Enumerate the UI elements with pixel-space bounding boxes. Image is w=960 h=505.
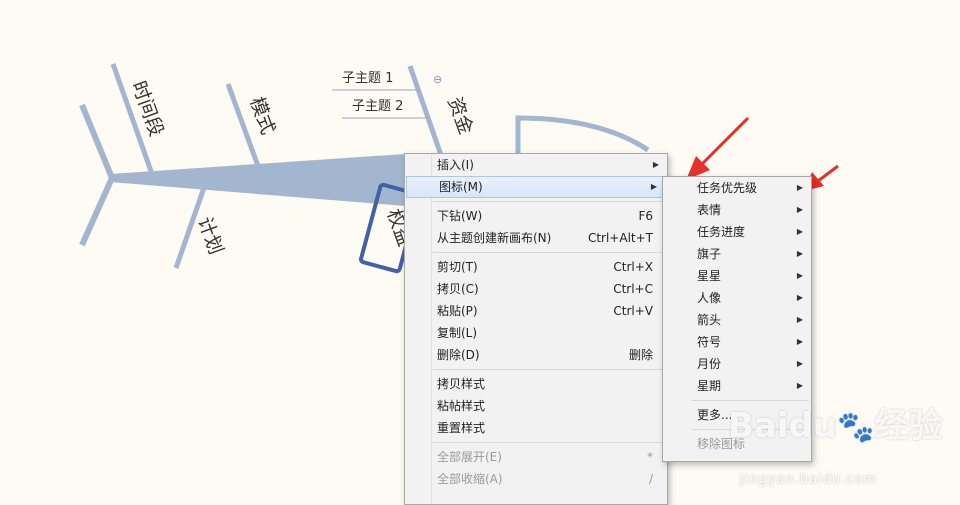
submenu-arrow-icon: ▶ xyxy=(796,249,803,258)
context-menu-item[interactable]: 粘帖样式 xyxy=(405,395,667,417)
watermark-sub-brand: 经验 xyxy=(874,406,943,446)
context-menu: 插入(I) ▶ 图标(M) ▶ 下钻(W) F6 从主题创建新画布(N) Ctrl+Alt+T… xyxy=(404,153,668,505)
menu-item-label: 复制(L) xyxy=(437,326,478,340)
submenu-arrow-icon: ▶ xyxy=(652,160,659,169)
menu-item-label: 重置样式 xyxy=(437,421,486,435)
fishbone-tail xyxy=(79,103,116,247)
branch-label-funds[interactable]: 资金 xyxy=(443,94,477,137)
menu-item-label: 粘贴(P) xyxy=(437,304,478,318)
menu-item-label: 任务进度 xyxy=(697,225,746,239)
context-menu-item[interactable]: 下钻(W) F6 xyxy=(405,205,667,227)
menu-item-label: 星星 xyxy=(697,269,722,283)
submenu-arrow-icon: ▶ xyxy=(796,359,803,368)
icon-submenu-item[interactable]: 月份 ▶ xyxy=(663,353,811,375)
menu-item-label: 旗子 xyxy=(697,247,722,261)
context-menu-item[interactable]: 剪切(T) Ctrl+X xyxy=(405,256,667,278)
menu-item-label: 全部展开(E) xyxy=(437,450,502,464)
context-menu-item[interactable]: 复制(L) xyxy=(405,322,667,344)
submenu-arrow-icon: ▶ xyxy=(796,183,803,192)
submenu-arrow-icon: ▶ xyxy=(796,381,803,390)
menu-item-label: 月份 xyxy=(697,357,722,371)
menu-item-shortcut: 删除 xyxy=(628,348,653,362)
rib-mode xyxy=(225,83,261,167)
subtopic-1[interactable]: 子主题 1 xyxy=(342,71,393,86)
context-menu-item[interactable]: 拷贝(C) Ctrl+C xyxy=(405,278,667,300)
menu-item-shortcut: Ctrl+C xyxy=(613,282,653,296)
submenu-arrow-icon: ▶ xyxy=(796,205,803,214)
menu-item-label: 拷贝样式 xyxy=(437,377,486,391)
menu-item-shortcut: Ctrl+X xyxy=(613,260,653,274)
menu-item-label: 表情 xyxy=(697,203,722,217)
icon-submenu-item[interactable]: 箭头 ▶ xyxy=(663,309,811,331)
context-menu-item[interactable]: 全部收缩(A) / xyxy=(405,468,667,490)
icon-submenu-items: 任务优先级 ▶ 表情 ▶ 任务进度 ▶ 旗子 ▶ 星星 ▶ 人像 ▶ 箭头 ▶ 符号 ▶ 月份 ▶ 星期 ▶ xyxy=(663,177,811,397)
menu-separator xyxy=(433,442,665,443)
submenu-arrow-icon: ▶ xyxy=(796,337,803,346)
icon-submenu-item[interactable]: 星期 ▶ xyxy=(663,375,811,397)
menu-item-label: 粘帖样式 xyxy=(437,399,486,413)
menu-separator xyxy=(433,369,665,370)
menu-item-shortcut: Ctrl+V xyxy=(613,304,653,318)
menu-item-shortcut: Ctrl+Alt+T xyxy=(587,231,653,245)
red-arrow-icon xyxy=(686,116,750,180)
menu-item-label: 删除(D) xyxy=(437,348,480,362)
context-menu-item[interactable]: 从主题创建新画布(N) Ctrl+Alt+T xyxy=(405,227,667,249)
submenu-arrow-icon: ▶ xyxy=(796,227,803,236)
icon-submenu-item[interactable]: 人像 ▶ xyxy=(663,287,811,309)
icon-submenu-item[interactable]: 表情 ▶ xyxy=(663,199,811,221)
menu-item-label: 从主题创建新画布(N) xyxy=(437,231,552,245)
menu-separator xyxy=(433,201,665,202)
branch-label-plan[interactable]: 计划 xyxy=(193,214,227,257)
icon-submenu-item[interactable]: 符号 ▶ xyxy=(663,331,811,353)
watermark-url: jingyan.baidu.com xyxy=(740,472,877,487)
submenu-arrow-icon: ▶ xyxy=(650,182,657,191)
menu-item-label: 下钻(W) xyxy=(437,209,483,223)
context-menu-item[interactable]: 拷贝样式 xyxy=(405,373,667,395)
menu-item-label: 图标(M) xyxy=(439,180,483,194)
icon-submenu-item[interactable]: 任务进度 ▶ xyxy=(663,221,811,243)
menu-separator xyxy=(433,252,665,253)
menu-item-label: 剪切(T) xyxy=(437,260,478,274)
paw-icon: 🐾 xyxy=(837,410,875,445)
context-menu-item[interactable]: 插入(I) ▶ xyxy=(405,154,667,176)
baidu-watermark-logo: Baidu🐾经验 xyxy=(728,398,942,447)
menu-item-label: 符号 xyxy=(697,335,722,349)
context-menu-item[interactable]: 粘贴(P) Ctrl+V xyxy=(405,300,667,322)
menu-item-label: 全部收缩(A) xyxy=(437,472,503,486)
watermark-brand: Baidu xyxy=(728,406,838,446)
context-menu-item[interactable]: 删除(D) 删除 xyxy=(405,344,667,366)
submenu-arrow-icon: ▶ xyxy=(796,271,803,280)
menu-item-shortcut: / xyxy=(648,472,653,486)
menu-item-shortcut: F6 xyxy=(638,209,653,223)
submenu-arrow-icon: ▶ xyxy=(796,315,803,324)
menu-item-label: 星期 xyxy=(697,379,722,393)
context-menu-item[interactable]: 重置样式 xyxy=(405,417,667,439)
branch-label-timeslot[interactable]: 时间段 xyxy=(127,78,167,139)
context-menu-item[interactable]: 全部展开(E) * xyxy=(405,446,667,468)
menu-item-label: 拷贝(C) xyxy=(437,282,479,296)
menu-item-label: 人像 xyxy=(697,291,722,305)
icon-submenu-item[interactable]: 任务优先级 ▶ xyxy=(663,177,811,199)
subtopic-2[interactable]: 子主题 2 xyxy=(352,99,403,114)
context-menu-item[interactable]: 图标(M) ▶ xyxy=(406,176,666,198)
menu-item-label: 插入(I) xyxy=(437,158,474,172)
menu-item-label: 任务优先级 xyxy=(697,181,758,195)
icon-submenu-item[interactable]: 星星 ▶ xyxy=(663,265,811,287)
branch-label-mode[interactable]: 模式 xyxy=(245,94,279,137)
fish-head-arc xyxy=(515,115,650,158)
collapse-icon[interactable]: ⊖ xyxy=(433,73,442,86)
icon-submenu-item[interactable]: 旗子 ▶ xyxy=(663,243,811,265)
menu-item-shortcut: * xyxy=(647,450,653,464)
menu-item-label: 箭头 xyxy=(697,313,722,327)
submenu-arrow-icon: ▶ xyxy=(796,293,803,302)
